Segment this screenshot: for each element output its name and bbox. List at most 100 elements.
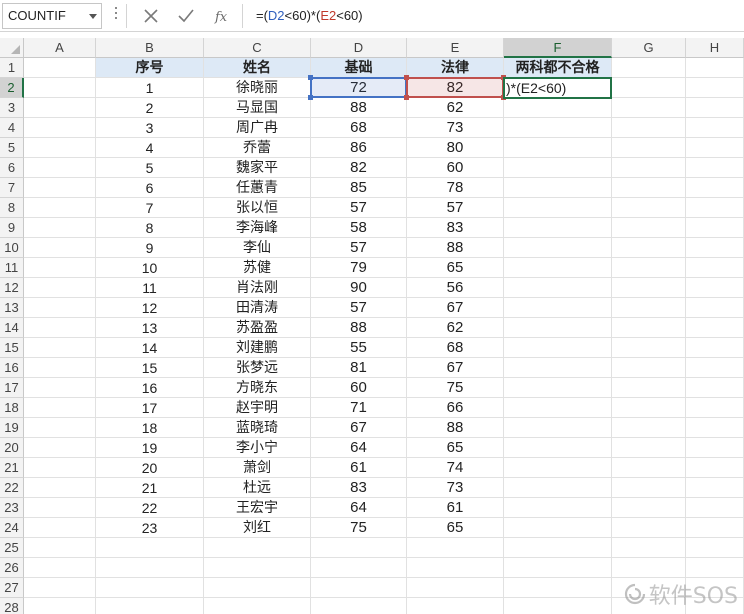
cell-c27[interactable] [204, 578, 311, 598]
cell-h22[interactable] [686, 478, 744, 498]
cell-a23[interactable] [24, 498, 96, 518]
cell-d1[interactable]: 基础 [311, 58, 407, 78]
cell-e7[interactable]: 78 [407, 178, 504, 198]
cell-g7[interactable] [612, 178, 686, 198]
cell-f8[interactable] [504, 198, 612, 218]
cell-g12[interactable] [612, 278, 686, 298]
cell-a16[interactable] [24, 358, 96, 378]
cell-d20[interactable]: 64 [311, 438, 407, 458]
cell-e15[interactable]: 68 [407, 338, 504, 358]
cell-b24[interactable]: 23 [96, 518, 204, 538]
cell-e21[interactable]: 74 [407, 458, 504, 478]
cell-f1[interactable]: 两科都不合格 [504, 58, 612, 78]
cell-c3[interactable]: 马显国 [204, 98, 311, 118]
cell-e18[interactable]: 66 [407, 398, 504, 418]
cell-g10[interactable] [612, 238, 686, 258]
cell-b12[interactable]: 11 [96, 278, 204, 298]
cell-c19[interactable]: 蓝晓琦 [204, 418, 311, 438]
cell-a5[interactable] [24, 138, 96, 158]
cell-b23[interactable]: 22 [96, 498, 204, 518]
cell-g17[interactable] [612, 378, 686, 398]
row-header-16[interactable]: 16 [0, 358, 24, 378]
cell-e10[interactable]: 88 [407, 238, 504, 258]
cell-a10[interactable] [24, 238, 96, 258]
cell-b2[interactable]: 1 [96, 78, 204, 98]
cell-d13[interactable]: 57 [311, 298, 407, 318]
cell-b6[interactable]: 5 [96, 158, 204, 178]
row-header-24[interactable]: 24 [0, 518, 24, 538]
cell-b11[interactable]: 10 [96, 258, 204, 278]
cell-g19[interactable] [612, 418, 686, 438]
select-all-corner[interactable] [0, 38, 24, 58]
cell-g22[interactable] [612, 478, 686, 498]
cell-e23[interactable]: 61 [407, 498, 504, 518]
cell-g16[interactable] [612, 358, 686, 378]
cell-d10[interactable]: 57 [311, 238, 407, 258]
row-header-11[interactable]: 11 [0, 258, 24, 278]
cell-b14[interactable]: 13 [96, 318, 204, 338]
cancel-icon[interactable] [139, 5, 163, 27]
cell-b26[interactable] [96, 558, 204, 578]
row-header-26[interactable]: 26 [0, 558, 24, 578]
cell-d24[interactable]: 75 [311, 518, 407, 538]
cell-b19[interactable]: 18 [96, 418, 204, 438]
cell-h16[interactable] [686, 358, 744, 378]
cell-h14[interactable] [686, 318, 744, 338]
cell-f23[interactable] [504, 498, 612, 518]
row-header-8[interactable]: 8 [0, 198, 24, 218]
cell-b21[interactable]: 20 [96, 458, 204, 478]
name-box[interactable]: COUNTIF [2, 3, 102, 29]
cell-c18[interactable]: 赵宇明 [204, 398, 311, 418]
cell-e13[interactable]: 67 [407, 298, 504, 318]
cell-b20[interactable]: 19 [96, 438, 204, 458]
column-header-d[interactable]: D [311, 38, 407, 58]
cell-f21[interactable] [504, 458, 612, 478]
active-cell-editor-f2[interactable]: )*(E2<60) [503, 77, 612, 99]
row-header-9[interactable]: 9 [0, 218, 24, 238]
cell-h1[interactable] [686, 58, 744, 78]
cell-e17[interactable]: 75 [407, 378, 504, 398]
cell-f13[interactable] [504, 298, 612, 318]
cell-h15[interactable] [686, 338, 744, 358]
cell-c8[interactable]: 张以恒 [204, 198, 311, 218]
spreadsheet-grid[interactable]: A B C D E F G H 1 序号 姓名 基础 法律 两科都不合格 2 1 徐晓丽 72 82 3 2 马显国 88 6… [0, 38, 744, 614]
cell-d27[interactable] [311, 578, 407, 598]
cell-c23[interactable]: 王宏宇 [204, 498, 311, 518]
cell-h2[interactable] [686, 78, 744, 98]
cell-f24[interactable] [504, 518, 612, 538]
cell-c12[interactable]: 肖法刚 [204, 278, 311, 298]
cell-g26[interactable] [612, 558, 686, 578]
column-header-h[interactable]: H [686, 38, 744, 58]
cell-e14[interactable]: 62 [407, 318, 504, 338]
cell-h25[interactable] [686, 538, 744, 558]
cell-f16[interactable] [504, 358, 612, 378]
cell-b15[interactable]: 14 [96, 338, 204, 358]
cell-f6[interactable] [504, 158, 612, 178]
cell-d19[interactable]: 67 [311, 418, 407, 438]
cell-d14[interactable]: 88 [311, 318, 407, 338]
cell-d21[interactable]: 61 [311, 458, 407, 478]
cell-f17[interactable] [504, 378, 612, 398]
cell-h3[interactable] [686, 98, 744, 118]
cell-c22[interactable]: 杜远 [204, 478, 311, 498]
cell-a25[interactable] [24, 538, 96, 558]
cell-a8[interactable] [24, 198, 96, 218]
cell-a18[interactable] [24, 398, 96, 418]
cell-d28[interactable] [311, 598, 407, 614]
cell-a22[interactable] [24, 478, 96, 498]
cell-d6[interactable]: 82 [311, 158, 407, 178]
cell-a27[interactable] [24, 578, 96, 598]
row-header-3[interactable]: 3 [0, 98, 24, 118]
cell-d4[interactable]: 68 [311, 118, 407, 138]
cell-b18[interactable]: 17 [96, 398, 204, 418]
row-header-22[interactable]: 22 [0, 478, 24, 498]
row-header-1[interactable]: 1 [0, 58, 24, 78]
cell-b22[interactable]: 21 [96, 478, 204, 498]
cell-d16[interactable]: 81 [311, 358, 407, 378]
cell-f7[interactable] [504, 178, 612, 198]
more-options-icon[interactable] [114, 7, 118, 23]
cell-g1[interactable] [612, 58, 686, 78]
cell-d26[interactable] [311, 558, 407, 578]
cell-c24[interactable]: 刘红 [204, 518, 311, 538]
cell-g18[interactable] [612, 398, 686, 418]
